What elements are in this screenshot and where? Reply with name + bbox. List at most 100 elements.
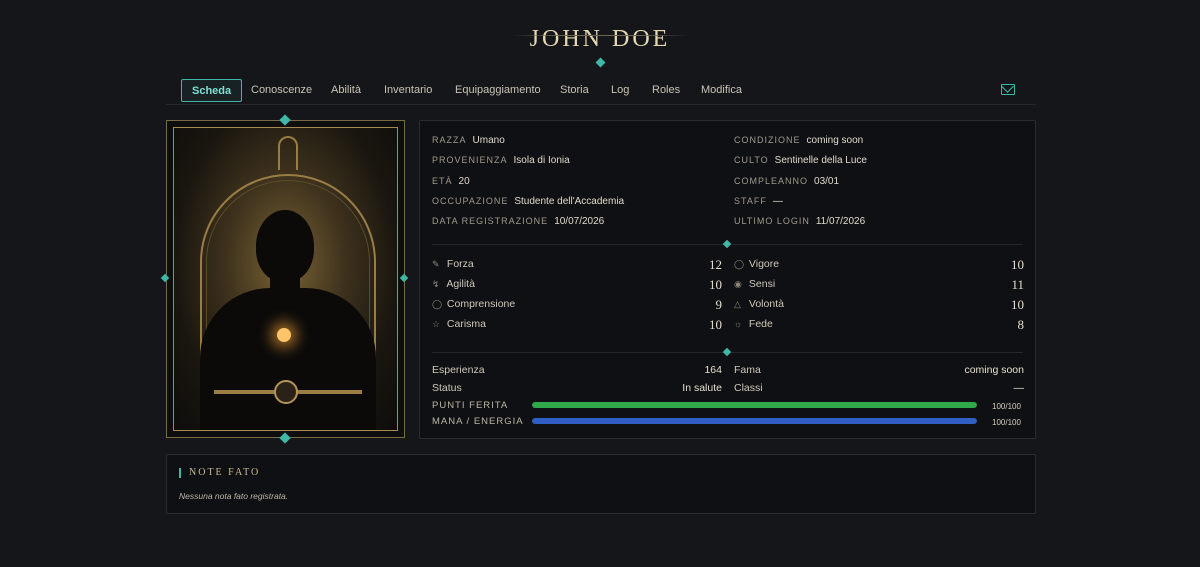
stat-value: 10 xyxy=(709,317,722,332)
stat-label: Carisma xyxy=(446,318,487,330)
portrait-emblem-medallion xyxy=(274,380,298,404)
lightning-icon: ↯ xyxy=(432,279,440,289)
tab-log[interactable]: Log xyxy=(611,79,629,102)
stat-value: 8 xyxy=(1017,317,1025,332)
info-label: PROVENIENZA xyxy=(432,155,508,165)
stat-value: 10 xyxy=(1011,297,1024,312)
stat-vigore: ◯ Vigore 10 xyxy=(734,257,1024,274)
esperienza-row: Esperienza 164 xyxy=(432,364,722,380)
classi-value: — xyxy=(1013,382,1025,394)
sun-icon: ☼ xyxy=(734,319,743,329)
stat-carisma: ☆ Carisma 10 xyxy=(432,317,722,334)
hp-bar xyxy=(532,402,977,408)
hp-value: 100/100 xyxy=(992,402,1021,411)
stat-label: Sensi xyxy=(748,278,776,290)
info-label: CONDIZIONE xyxy=(734,135,801,145)
classi-label: Classi xyxy=(734,382,763,394)
tab-scheda[interactable]: Scheda xyxy=(181,79,243,102)
tab-inventario[interactable]: Inventario xyxy=(384,79,432,102)
stat-value: 12 xyxy=(709,257,722,272)
classi-row: Classi — xyxy=(734,382,1024,398)
notes-empty-message: Nessuna nota fato registrata. xyxy=(179,491,289,501)
info-provenienza: PROVENIENZA Isola di Ionia xyxy=(432,155,570,166)
divider-diamond xyxy=(722,347,732,357)
info-ultimo-login: ULTIMO LOGIN 11/07/2026 xyxy=(734,216,865,227)
portrait-silhouette-head xyxy=(256,210,314,282)
info-label: COMPLEANNO xyxy=(734,176,809,186)
esperienza-value: 164 xyxy=(704,364,722,376)
character-portrait xyxy=(166,120,405,438)
bulb-icon: ◯ xyxy=(432,299,443,309)
flame-icon: △ xyxy=(734,299,741,309)
info-eta: ETÀ 20 xyxy=(432,176,470,187)
info-value: Studente dell'Accademia xyxy=(514,196,625,207)
title-diamond-ornament xyxy=(595,57,606,68)
mana-value: 100/100 xyxy=(992,418,1021,427)
status-row: Status In salute xyxy=(432,382,722,398)
info-value: Sentinelle della Luce xyxy=(774,155,867,166)
info-label: CULTO xyxy=(734,155,769,165)
shield-icon: ◯ xyxy=(734,259,745,269)
stat-agilita: ↯ Agilità 10 xyxy=(432,277,722,294)
info-value: Isola di Ionia xyxy=(513,155,570,166)
info-razza: RAZZA Umano xyxy=(432,135,505,146)
stat-fede: ☼ Fede 8 xyxy=(734,317,1025,334)
status-label: Status xyxy=(432,382,462,394)
fama-row: Fama coming soon xyxy=(734,364,1024,380)
eye-icon: ◉ xyxy=(734,279,742,289)
star-icon: ☆ xyxy=(432,319,441,329)
info-value: 03/01 xyxy=(814,176,840,187)
stat-volonta: △ Volontà 10 xyxy=(734,297,1024,314)
stat-value: 11 xyxy=(1011,277,1024,292)
tab-conoscenze[interactable]: Conoscenze xyxy=(251,79,312,102)
info-value: coming soon xyxy=(806,135,864,146)
esperienza-label: Esperienza xyxy=(432,364,485,376)
info-label: DATA REGISTRAZIONE xyxy=(432,216,549,226)
stat-forza: ✎ Forza 12 xyxy=(432,257,722,274)
portrait-crest xyxy=(278,136,298,170)
stat-value: 10 xyxy=(709,277,722,292)
tab-modifica[interactable]: Modifica xyxy=(701,79,742,102)
stat-label: Comprensione xyxy=(446,298,516,310)
stat-comprensione: ◯ Comprensione 9 xyxy=(432,297,723,314)
info-occupazione: OCCUPAZIONE Studente dell'Accademia xyxy=(432,196,624,207)
info-value: 11/07/2026 xyxy=(815,216,866,227)
portrait-amulet xyxy=(277,328,291,342)
tab-equipaggiamento[interactable]: Equipaggiamento xyxy=(455,79,541,102)
stat-label: Vigore xyxy=(748,258,780,270)
info-label: ETÀ xyxy=(432,176,453,186)
divider-diamond xyxy=(722,239,732,249)
fama-value: coming soon xyxy=(964,364,1024,376)
stat-value: 9 xyxy=(715,297,723,312)
info-condizione: CONDIZIONE coming soon xyxy=(734,135,863,146)
nav-divider xyxy=(166,104,1036,105)
info-label: STAFF xyxy=(734,196,767,206)
stat-sensi: ◉ Sensi 11 xyxy=(734,277,1024,294)
notes-panel: NOTE FATO Nessuna nota fato registrata. xyxy=(166,454,1036,514)
tab-roles[interactable]: Roles xyxy=(652,79,680,102)
info-value: — xyxy=(772,196,783,207)
info-data-registrazione: DATA REGISTRAZIONE 10/07/2026 xyxy=(432,216,604,227)
info-label: ULTIMO LOGIN xyxy=(734,216,810,226)
info-culto: CULTO Sentinelle della Luce xyxy=(734,155,867,166)
portrait-silhouette-body xyxy=(200,288,376,430)
tab-storia[interactable]: Storia xyxy=(560,79,589,102)
stat-label: Agilità xyxy=(446,278,475,290)
page-header: JOHN DOE xyxy=(0,26,1200,53)
info-label: OCCUPAZIONE xyxy=(432,196,509,206)
fama-label: Fama xyxy=(734,364,761,376)
hp-bar-fill xyxy=(532,402,977,408)
notes-title: NOTE FATO xyxy=(179,468,260,478)
info-staff: STAFF — xyxy=(734,196,783,207)
stat-label: Forza xyxy=(446,258,474,270)
mail-icon[interactable] xyxy=(1001,84,1015,95)
stat-label: Fede xyxy=(748,318,773,330)
status-value: In salute xyxy=(682,382,722,394)
sword-icon: ✎ xyxy=(432,259,440,269)
mana-bar-fill xyxy=(532,418,977,424)
profile-tabs: Scheda Conoscenze Abilità Inventario Equ… xyxy=(181,79,1021,103)
character-info-panel: RAZZA Umano PROVENIENZA Isola di Ionia ETÀ… xyxy=(419,120,1036,439)
info-label: RAZZA xyxy=(432,135,467,145)
stat-label: Volontà xyxy=(748,298,784,310)
tab-abilita[interactable]: Abilità xyxy=(331,79,361,102)
